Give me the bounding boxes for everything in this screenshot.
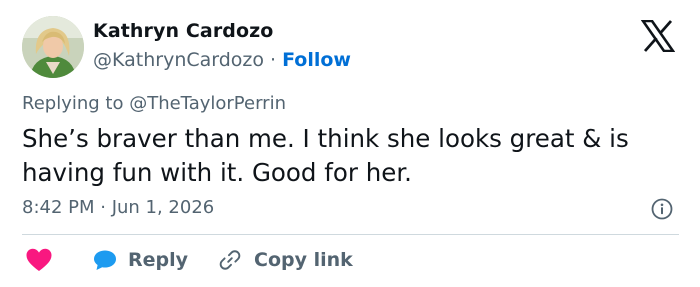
- tweet-text: She’s braver than me. I think she looks …: [22, 124, 629, 187]
- follow-button[interactable]: Follow: [282, 49, 351, 71]
- speech-bubble-icon: [94, 250, 116, 270]
- action-bar: Reply Copy link: [22, 245, 353, 275]
- replying-to: Replying to @TheTaylorPerrin: [22, 93, 286, 114]
- link-icon: [219, 250, 241, 270]
- author-name[interactable]: Kathryn Cardozo: [93, 20, 273, 42]
- author-handle-row: @KathrynCardozo · Follow: [93, 49, 351, 71]
- separator-dot: ·: [270, 49, 277, 71]
- avatar[interactable]: [22, 16, 84, 78]
- reply-label: Reply: [128, 249, 189, 271]
- replying-to-prefix: Replying to: [22, 93, 130, 114]
- copy-link-label: Copy link: [254, 249, 353, 271]
- tweet-timestamp[interactable]: 8:42 PM · Jun 1, 2026: [22, 197, 214, 218]
- copy-link-button[interactable]: Copy link: [218, 248, 353, 272]
- author-handle[interactable]: @KathrynCardozo: [93, 49, 264, 71]
- x-logo-icon[interactable]: [641, 20, 675, 52]
- info-icon[interactable]: [651, 198, 673, 220]
- heart-icon: [26, 248, 52, 271]
- replying-to-mention[interactable]: @TheTaylorPerrin: [129, 93, 286, 114]
- divider: [22, 234, 679, 235]
- tweet-card: Kathryn Cardozo @KathrynCardozo · Follow…: [0, 0, 700, 287]
- reply-button[interactable]: Reply: [93, 249, 188, 271]
- like-button[interactable]: [22, 247, 53, 273]
